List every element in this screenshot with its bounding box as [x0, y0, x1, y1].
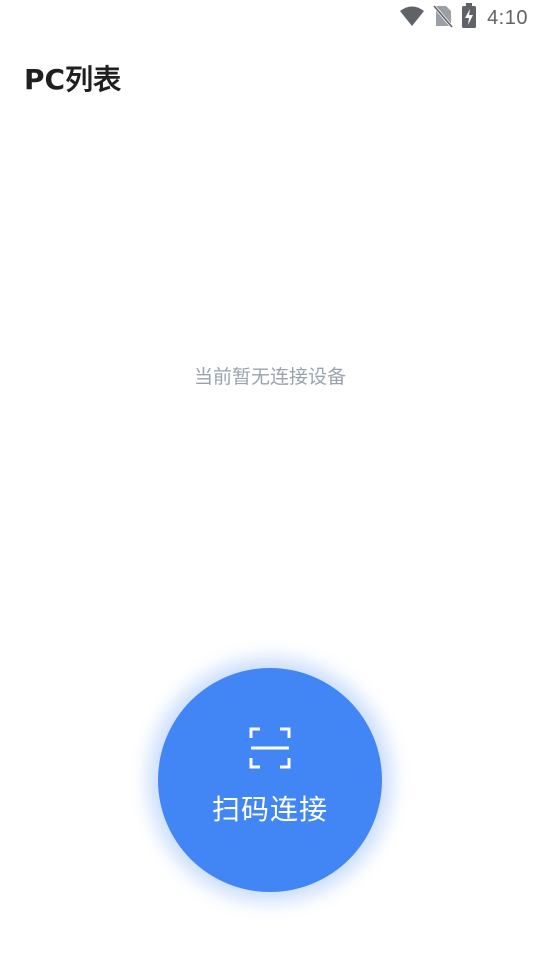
wifi-icon — [399, 5, 425, 31]
scan-icon — [248, 727, 292, 774]
no-sim-icon — [432, 4, 454, 32]
status-bar: 4:10 — [0, 0, 540, 36]
status-icons: 4:10 — [399, 3, 528, 33]
empty-state-message: 当前暂无连接设备 — [193, 366, 346, 388]
battery-charging-icon — [461, 3, 477, 33]
status-time: 4:10 — [487, 6, 528, 29]
scan-connect-button[interactable]: 扫码连接 — [158, 668, 382, 892]
scan-connect-label: 扫码连接 — [211, 793, 328, 826]
page-title: PC列表 — [24, 63, 122, 96]
